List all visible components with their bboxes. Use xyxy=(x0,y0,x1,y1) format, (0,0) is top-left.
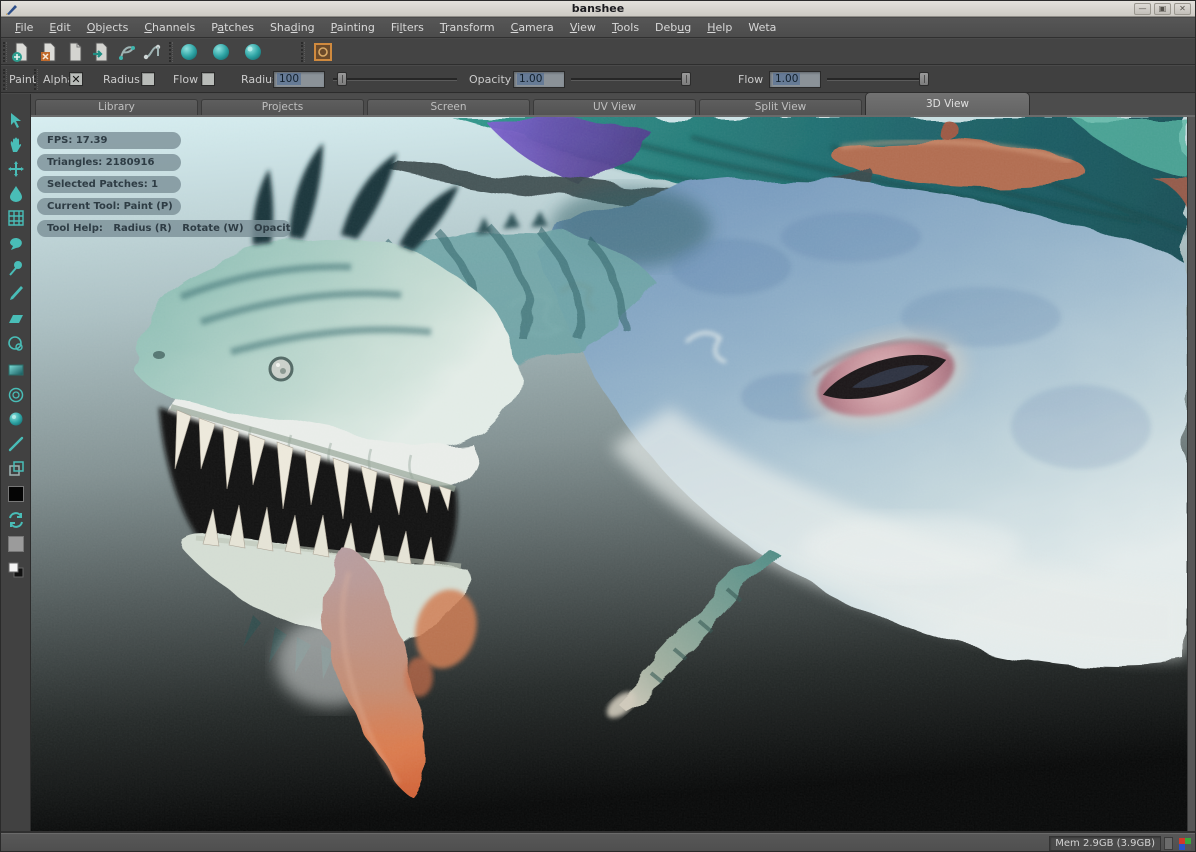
menu-view[interactable]: View xyxy=(562,19,604,36)
tab-screen[interactable]: Screen xyxy=(367,99,530,115)
toolbar-handle[interactable] xyxy=(169,42,173,62)
hud-tool-help: Tool Help: Radius (R) Rotate (W) Opacity… xyxy=(37,220,291,237)
vector-path-icon[interactable] xyxy=(117,42,137,62)
eraser-tool-icon[interactable] xyxy=(7,310,25,328)
status-bar: Mem 2.9GB (3.9GB) xyxy=(1,833,1195,852)
rgb-channels-icon[interactable] xyxy=(1179,838,1191,850)
flow-field[interactable]: 1.00 xyxy=(769,71,821,88)
opacity-slider-thumb[interactable] xyxy=(681,72,691,86)
menu-file[interactable]: File xyxy=(7,19,41,36)
duplicate-tool-icon[interactable] xyxy=(7,460,25,478)
status-toggle-box[interactable] xyxy=(1164,837,1173,850)
move-tool-icon[interactable] xyxy=(7,160,25,178)
title-bar[interactable]: banshee — ▣ ✕ xyxy=(1,1,1195,17)
menu-transform[interactable]: Transform xyxy=(432,19,503,36)
tab-3d-view[interactable]: 3D View xyxy=(865,92,1030,115)
hud-triangles: Triangles: 2180916 xyxy=(37,154,181,171)
foreground-color-swatch[interactable] xyxy=(8,486,24,502)
menu-channels[interactable]: Channels xyxy=(136,19,203,36)
select-tool-icon[interactable] xyxy=(7,111,25,129)
close-button[interactable]: ✕ xyxy=(1174,3,1191,15)
flow-checkbox[interactable] xyxy=(201,72,215,86)
menu-objects[interactable]: Objects xyxy=(79,19,137,36)
capture-screenshot-icon[interactable] xyxy=(313,42,333,62)
warp-grid-icon[interactable] xyxy=(7,209,25,227)
opacity-field[interactable]: 1.00 xyxy=(513,71,565,88)
radius-checkbox[interactable] xyxy=(141,72,155,86)
swap-colors-icon[interactable] xyxy=(7,511,25,529)
radius-slider[interactable] xyxy=(333,78,457,81)
memory-usage-field: Mem 2.9GB (3.9GB) xyxy=(1049,836,1161,851)
hud-current-tool: Current Tool: Paint (P) xyxy=(37,198,181,215)
sphere-brush-icon[interactable] xyxy=(7,410,25,428)
paintbar-handle[interactable] xyxy=(34,69,38,90)
radius-toggle-label: Radius xyxy=(103,73,140,86)
menu-filters[interactable]: Filters xyxy=(383,19,432,36)
menu-patches[interactable]: Patches xyxy=(203,19,262,36)
paintbar-handle[interactable] xyxy=(3,69,7,90)
app-window: banshee — ▣ ✕ File Edit Objects Channels… xyxy=(0,0,1196,852)
background-color-swatch[interactable] xyxy=(8,536,24,552)
paint-properties-bar: Paint Alpha ✕ Radius Flow Radius 100 Opa… xyxy=(1,66,1195,93)
menu-weta[interactable]: Weta xyxy=(740,19,784,36)
menu-edit[interactable]: Edit xyxy=(41,19,78,36)
tool-palette xyxy=(1,94,31,832)
new-project-icon[interactable] xyxy=(11,42,31,62)
opacity-label: Opacity xyxy=(469,73,511,86)
brush-sphere-1-icon[interactable] xyxy=(179,42,199,62)
curve-nodes-icon[interactable] xyxy=(143,42,163,62)
pan-hand-icon[interactable] xyxy=(7,136,25,154)
gradient-tool-icon[interactable] xyxy=(7,361,25,379)
hud-selected-patches: Selected Patches: 1 xyxy=(37,176,181,193)
clone-tool-icon[interactable] xyxy=(7,234,25,252)
flow-slider[interactable] xyxy=(827,78,929,81)
pin-tool-icon[interactable] xyxy=(7,259,25,277)
tab-split-view[interactable]: Split View xyxy=(699,99,862,115)
line-tool-icon[interactable] xyxy=(7,435,25,453)
reset-colors-icon[interactable] xyxy=(7,561,25,579)
hud-fps: FPS: 17.39 xyxy=(37,132,181,149)
brush-sphere-3-icon[interactable] xyxy=(243,42,263,62)
menu-tools[interactable]: Tools xyxy=(604,19,647,36)
alpha-checkbox[interactable]: ✕ xyxy=(69,72,83,86)
toolbar-handle[interactable] xyxy=(3,42,7,62)
menu-bar: File Edit Objects Channels Patches Shadi… xyxy=(1,18,1195,38)
import-object-icon[interactable] xyxy=(91,42,111,62)
maximize-button[interactable]: ▣ xyxy=(1154,3,1171,15)
ellipse-tool-icon[interactable] xyxy=(7,386,25,404)
menu-help[interactable]: Help xyxy=(699,19,740,36)
pencil-tool-icon[interactable] xyxy=(7,284,25,302)
toolbar-handle[interactable] xyxy=(301,42,305,62)
brush-sphere-2-icon[interactable] xyxy=(211,42,231,62)
minimize-button[interactable]: — xyxy=(1134,3,1151,15)
tab-projects[interactable]: Projects xyxy=(201,99,364,115)
radius-field[interactable]: 100 xyxy=(273,71,325,88)
opacity-slider[interactable] xyxy=(571,78,691,81)
flow-toggle-label: Flow xyxy=(173,73,198,86)
tab-uv-view[interactable]: UV View xyxy=(533,99,696,115)
radius-slider-thumb[interactable] xyxy=(337,72,347,86)
view-tab-bar: Library Projects Screen UV View Split Vi… xyxy=(31,94,1196,117)
tab-library[interactable]: Library xyxy=(35,99,198,115)
circle-select-icon[interactable] xyxy=(7,335,25,353)
menu-camera[interactable]: Camera xyxy=(503,19,562,36)
drop-tool-icon[interactable] xyxy=(7,185,25,203)
flow-slider-thumb[interactable] xyxy=(919,72,929,86)
tool-name-label: Paint xyxy=(9,73,36,86)
open-project-icon[interactable] xyxy=(65,42,85,62)
main-toolbar xyxy=(1,39,1195,65)
close-project-icon[interactable] xyxy=(39,42,59,62)
menu-debug[interactable]: Debug xyxy=(647,19,699,36)
menu-shading[interactable]: Shading xyxy=(262,19,323,36)
menu-painting[interactable]: Painting xyxy=(323,19,383,36)
window-title: banshee xyxy=(1,2,1195,15)
flow-label: Flow xyxy=(738,73,763,86)
viewport-canvas[interactable]: FPS: 17.39 Triangles: 2180916 Selected P… xyxy=(31,117,1187,831)
right-border-strip xyxy=(1187,117,1196,831)
